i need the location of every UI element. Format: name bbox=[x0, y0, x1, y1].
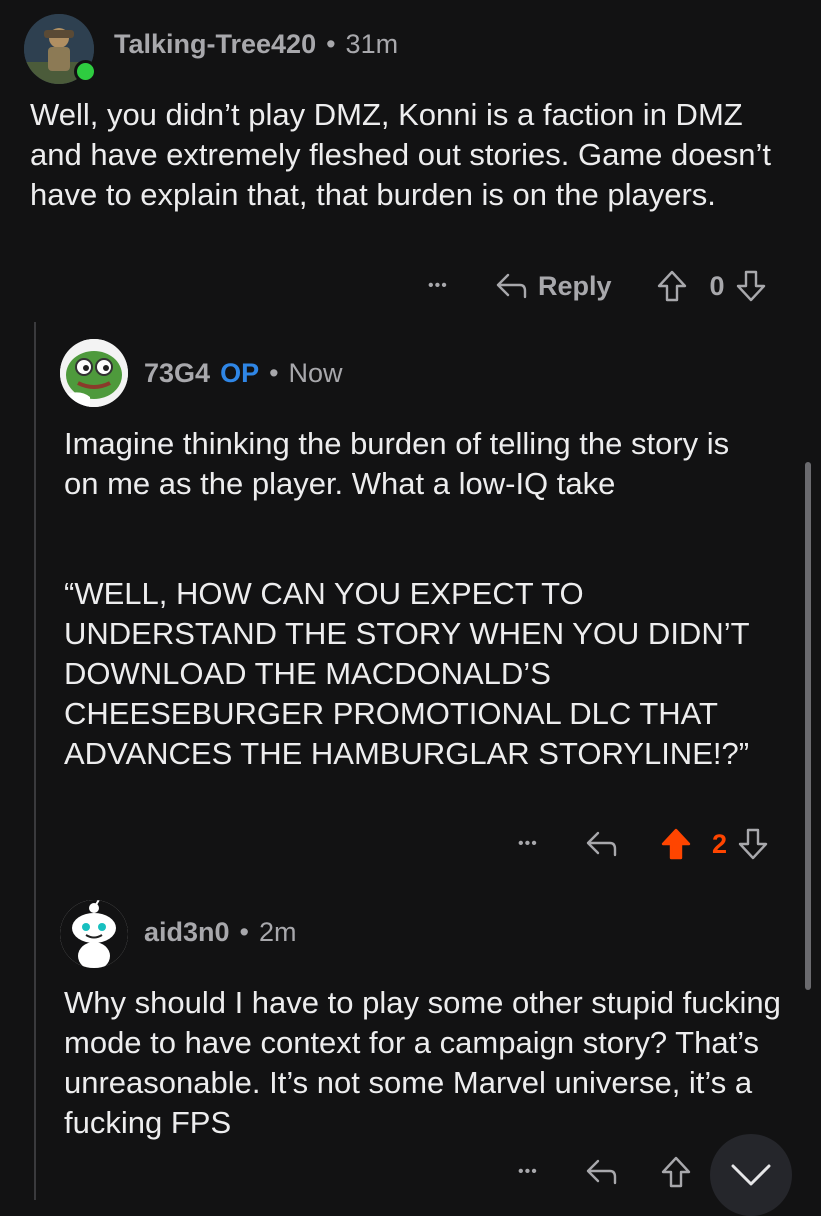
reply-arrow-icon bbox=[586, 1159, 617, 1185]
avatar-aid3n0[interactable] bbox=[60, 900, 128, 968]
comment-actions: ••• 2 bbox=[518, 822, 769, 866]
scrollbar-thumb[interactable] bbox=[805, 462, 811, 990]
separator-dot: • bbox=[239, 916, 249, 947]
reply-arrow-icon bbox=[586, 831, 617, 857]
author-name[interactable]: Talking-Tree420 bbox=[114, 29, 316, 60]
more-icon[interactable]: ••• bbox=[428, 277, 468, 295]
upvote-button[interactable] bbox=[656, 269, 688, 303]
downvote-button[interactable] bbox=[735, 269, 767, 303]
separator-dot: • bbox=[269, 357, 279, 388]
more-icon[interactable]: ••• bbox=[518, 1163, 558, 1181]
comment-meta: 73G4 OP • Now bbox=[144, 355, 343, 391]
upvote-icon bbox=[661, 1156, 691, 1188]
comment-meta: aid3n0 • 2m bbox=[144, 914, 297, 950]
reply-button[interactable]: Reply bbox=[494, 271, 612, 302]
avatar-pepe-image bbox=[60, 339, 128, 407]
comment-body: Why should I have to play some other stu… bbox=[64, 985, 781, 1140]
comment-time: 31m bbox=[345, 28, 399, 59]
op-badge: OP bbox=[220, 357, 260, 388]
upvote-button[interactable] bbox=[660, 827, 692, 861]
reply-button[interactable] bbox=[584, 829, 618, 859]
comment-time: Now bbox=[288, 357, 343, 388]
online-indicator bbox=[74, 60, 97, 83]
comment-actions: ••• bbox=[518, 1150, 692, 1194]
comment-time: 2m bbox=[259, 916, 297, 947]
thread-line[interactable] bbox=[34, 322, 36, 1200]
upvote-icon bbox=[657, 270, 686, 302]
vote-score: 2 bbox=[712, 828, 728, 859]
reply-label: Reply bbox=[538, 270, 612, 301]
avatar-snoo-image bbox=[60, 900, 128, 968]
downvote-button[interactable] bbox=[737, 827, 769, 861]
downvote-icon bbox=[738, 828, 768, 860]
author-name[interactable]: 73G4 bbox=[144, 358, 210, 389]
upvote-icon bbox=[661, 828, 691, 860]
reply-arrow-icon bbox=[496, 273, 527, 299]
author-name[interactable]: aid3n0 bbox=[144, 917, 230, 948]
comment-meta: Talking-Tree420 • 31m bbox=[114, 26, 398, 62]
downvote-icon bbox=[736, 270, 765, 302]
comment-body: Well, you didn’t play DMZ, Konni is a fa… bbox=[30, 97, 771, 212]
comment-actions: ••• Reply 0 bbox=[428, 264, 767, 308]
comment-body: Imagine thinking the burden of telling t… bbox=[64, 426, 730, 501]
vote-score: 0 bbox=[709, 270, 725, 301]
jump-next-button[interactable] bbox=[710, 1134, 792, 1216]
reply-button[interactable] bbox=[584, 1157, 618, 1187]
chevron-down-icon bbox=[731, 1164, 771, 1186]
avatar-73g4[interactable] bbox=[60, 339, 128, 407]
upvote-button[interactable] bbox=[660, 1155, 692, 1189]
separator-dot: • bbox=[326, 28, 336, 59]
more-icon[interactable]: ••• bbox=[518, 835, 558, 853]
comment-body-quote: “WELL, HOW CAN YOU EXPECT TO UNDERSTAND … bbox=[64, 576, 750, 771]
